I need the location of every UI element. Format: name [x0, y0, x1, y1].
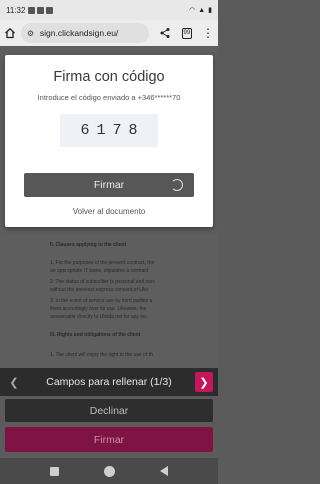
url-text: sign.clickandsign.eu/	[39, 28, 119, 38]
fields-counter: Campos para rellenar (1/3)	[46, 376, 172, 388]
notification-icon	[28, 6, 36, 14]
notification-icon	[46, 6, 54, 14]
document-line: III. Rights and obligations of the clien…	[50, 332, 141, 338]
document-line: II. Clauses applying to the client	[50, 242, 127, 248]
home-icon[interactable]	[4, 26, 17, 40]
status-time: 11:32	[6, 5, 26, 15]
fields-navigation: ❮ Campos para rellenar (1/3) ❯	[0, 368, 218, 396]
document-line: 1. The client will enjoy the right to th…	[50, 352, 153, 358]
previous-field-button[interactable]: ❮	[5, 372, 23, 392]
document-line: without the previous express consent of …	[50, 287, 148, 293]
back-icon[interactable]	[159, 466, 168, 476]
browser-toolbar: ⚙ sign.clickandsign.eu/ 99 ⋮	[0, 20, 218, 46]
tab-switcher-button[interactable]: 99	[181, 27, 192, 39]
next-field-button[interactable]: ❯	[194, 372, 213, 392]
code-input[interactable]: 6178	[60, 114, 158, 147]
chevron-left-icon: ❮	[9, 376, 19, 389]
home-circle-icon[interactable]	[103, 465, 115, 477]
signal-icon: ▲	[198, 6, 206, 14]
notification-icon	[37, 6, 45, 14]
recents-icon[interactable]	[50, 466, 60, 476]
document-line: 2. The status of subscriber is personal …	[50, 279, 156, 285]
wifi-icon: ◠	[189, 7, 196, 14]
system-navigation-bar	[0, 458, 218, 484]
signature-code-dialog: Firma con código Introduce el código env…	[5, 55, 213, 227]
share-icon[interactable]	[159, 26, 172, 40]
chevron-right-icon: ❯	[199, 376, 209, 389]
loading-spinner-icon	[171, 179, 183, 191]
document-line: them accordingly over its use. Likewise,…	[50, 306, 147, 312]
document-line: answerable directly to Uleida.net for an…	[50, 314, 147, 320]
more-vert-icon[interactable]: ⋮	[202, 27, 214, 39]
document-line: an appropriate IT basis, stipulates a co…	[50, 268, 149, 274]
back-to-document-link[interactable]: Volver al documento	[5, 207, 213, 216]
status-bar: 11:32 ◠ ▲ ▮	[0, 0, 218, 20]
notification-icons	[28, 6, 54, 14]
document-line: 1. For the purposes of the present contr…	[50, 260, 155, 266]
confirm-sign-label: Firmar	[93, 179, 125, 191]
dialog-subtitle: Introduce el código enviado a +346******…	[37, 93, 181, 102]
address-bar[interactable]: ⚙ sign.clickandsign.eu/	[20, 23, 149, 43]
decline-button[interactable]: Declinar	[5, 399, 213, 422]
system-icons: ◠ ▲ ▮	[189, 6, 212, 15]
site-info-icon[interactable]: ⚙	[27, 29, 37, 38]
confirm-sign-button[interactable]: Firmar	[24, 173, 194, 197]
battery-icon: ▮	[208, 7, 212, 14]
document-line: 3. In the event of service use by third …	[50, 298, 153, 304]
sign-button[interactable]: Firmar	[5, 427, 213, 452]
dialog-title: Firma con código	[53, 69, 165, 85]
